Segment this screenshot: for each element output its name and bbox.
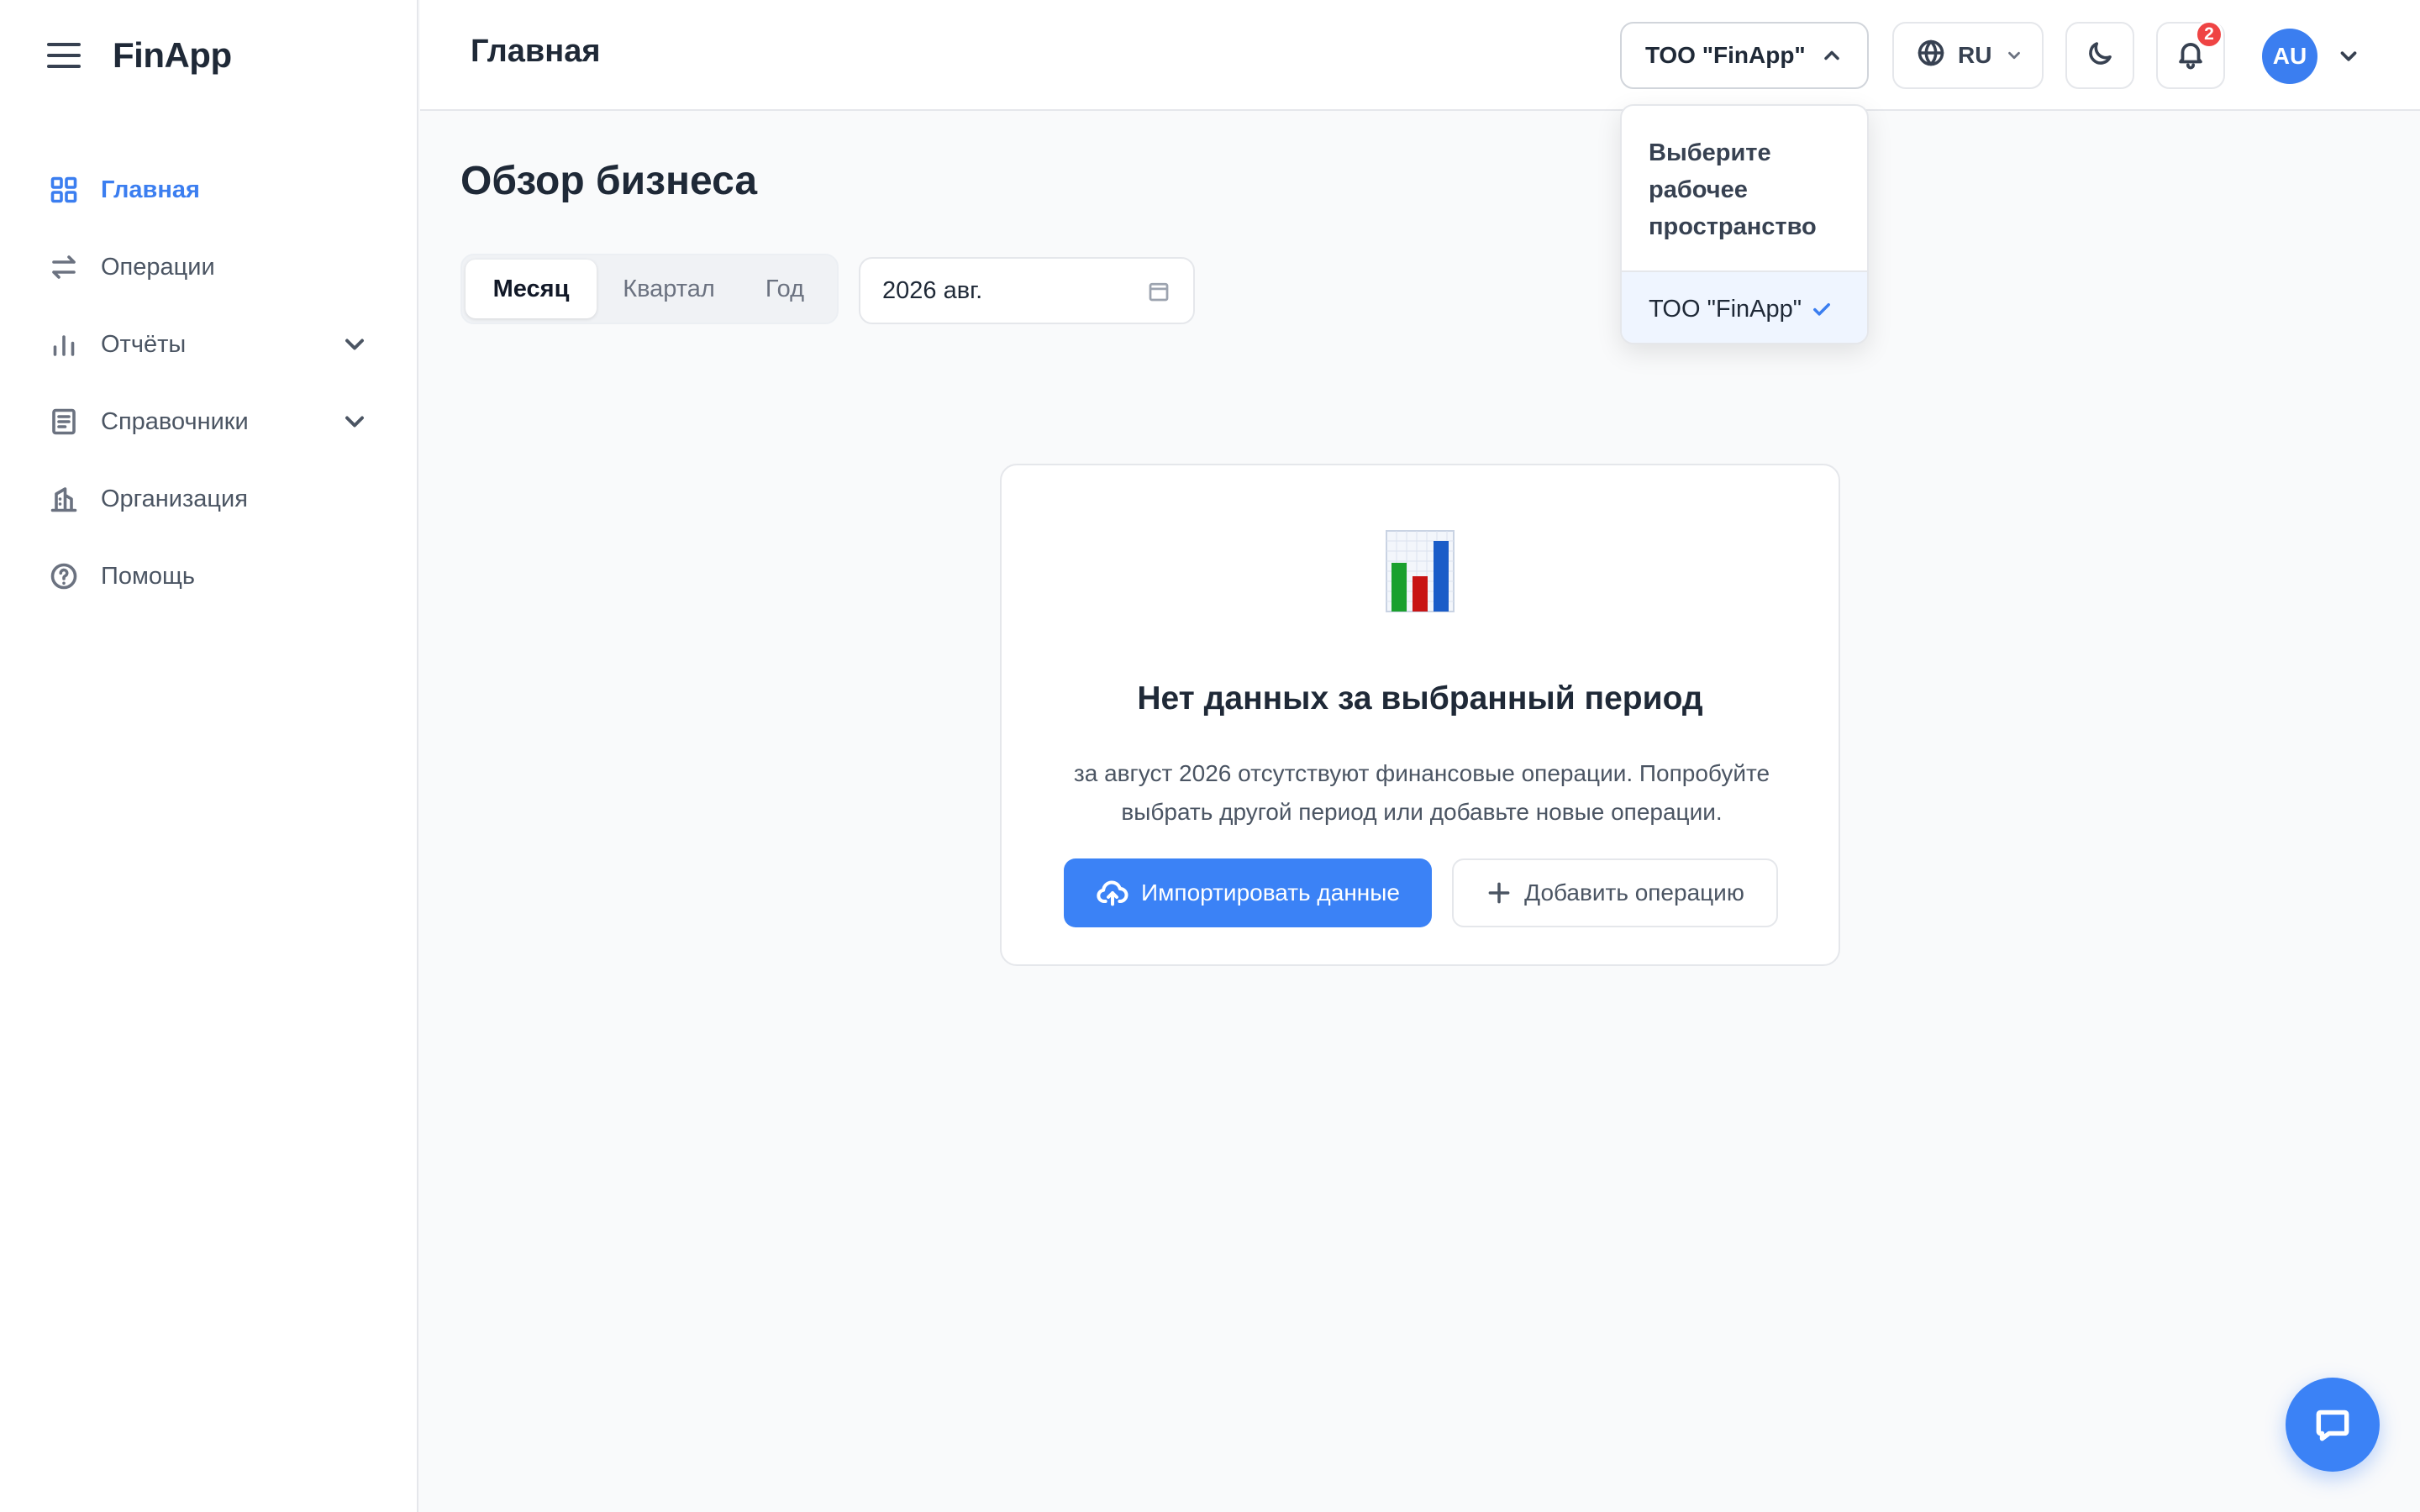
bar-chart-emoji-icon: [1386, 530, 1455, 612]
sidebar-nav: Главная Операции Отчёты Справочники Орга…: [0, 151, 417, 615]
empty-state-title: Нет данных за выбранный период: [1137, 680, 1703, 717]
check-icon: [1810, 297, 1833, 321]
sidebar-item-label: Помощь: [101, 562, 196, 590]
workspace-dropdown: Выберите рабочее пространство ТОО "FinAp…: [1620, 104, 1869, 344]
sidebar-item-label: Отчёты: [101, 330, 187, 358]
globe-icon: [1916, 38, 1946, 74]
sidebar-item-label: Справочники: [101, 407, 249, 435]
calendar-icon: [1146, 279, 1171, 304]
language-selector[interactable]: RU: [1892, 22, 2044, 89]
chevron-down-icon[interactable]: [2336, 44, 2361, 69]
sidebar-item-operations[interactable]: Операции: [0, 228, 417, 306]
top-header: Главная ТОО "FinApp" RU 2 AU: [420, 0, 2420, 111]
sidebar-item-label: Главная: [101, 176, 200, 203]
page-title: Главная: [471, 34, 601, 69]
workspace-option[interactable]: ТОО "FinApp": [1622, 272, 1867, 343]
sidebar-item-label: Операции: [101, 253, 215, 281]
sidebar-item-home[interactable]: Главная: [0, 151, 417, 228]
chevron-up-icon: [1820, 44, 1844, 67]
import-data-button[interactable]: Импортировать данные: [1064, 858, 1432, 927]
grid-icon: [47, 173, 81, 207]
workspace-selector[interactable]: ТОО "FinApp": [1620, 22, 1869, 89]
workspace-option-label: ТОО "FinApp": [1649, 295, 1802, 323]
cloud-upload-icon: [1097, 880, 1128, 906]
add-button-label: Добавить операцию: [1524, 879, 1744, 906]
sidebar-header: FinApp: [47, 34, 232, 77]
workspace-name: ТОО "FinApp": [1645, 42, 1806, 68]
sidebar-item-directories[interactable]: Справочники: [0, 383, 417, 460]
period-tabs: Месяц Квартал Год: [460, 254, 839, 324]
chevron-down-icon[interactable]: [339, 329, 370, 360]
empty-state-description: за август 2026 отсутствуют финансовые оп…: [1073, 760, 1770, 825]
avatar[interactable]: AU: [2262, 29, 2317, 84]
tab-year[interactable]: Год: [741, 260, 829, 318]
notifications-button[interactable]: 2: [2156, 20, 2225, 89]
date-value: 2026 авг.: [882, 276, 983, 304]
empty-state-card: Нет данных за выбранный период за август…: [1000, 464, 1840, 966]
sidebar-item-organization[interactable]: Организация: [0, 460, 417, 538]
chat-icon: [2316, 1410, 2349, 1441]
sidebar-item-reports[interactable]: Отчёты: [0, 306, 417, 383]
section-title: Обзор бизнеса: [460, 159, 758, 203]
app-logo[interactable]: FinApp: [113, 35, 232, 76]
notification-badge: 2: [2195, 20, 2223, 49]
workspace-dropdown-title: Выберите рабочее пространство: [1622, 106, 1867, 272]
menu-icon[interactable]: [47, 43, 81, 68]
chevron-down-icon: [1991, 41, 2023, 71]
chevron-down-icon[interactable]: [339, 407, 370, 437]
arrows-exchange-icon: [47, 250, 81, 284]
building-icon: [47, 482, 81, 516]
help-circle-icon: [47, 559, 81, 593]
chat-button[interactable]: [2286, 1378, 2380, 1472]
import-button-label: Импортировать данные: [1141, 879, 1400, 906]
plus-icon: [1488, 882, 1510, 904]
tab-month[interactable]: Месяц: [466, 260, 597, 318]
sidebar-item-help[interactable]: Помощь: [0, 538, 417, 615]
bar-chart-icon: [47, 328, 81, 361]
language-code: RU: [1958, 42, 1992, 68]
sidebar: FinApp Главная Операции Отчёты Справочни…: [0, 0, 418, 1512]
moon-icon: [2085, 39, 2115, 73]
tab-quarter[interactable]: Квартал: [597, 260, 741, 318]
add-operation-button[interactable]: Добавить операцию: [1452, 858, 1778, 927]
theme-toggle[interactable]: [2065, 22, 2134, 89]
document-icon: [47, 405, 81, 438]
date-picker[interactable]: 2026 авг.: [859, 257, 1195, 324]
sidebar-item-label: Организация: [101, 485, 248, 512]
